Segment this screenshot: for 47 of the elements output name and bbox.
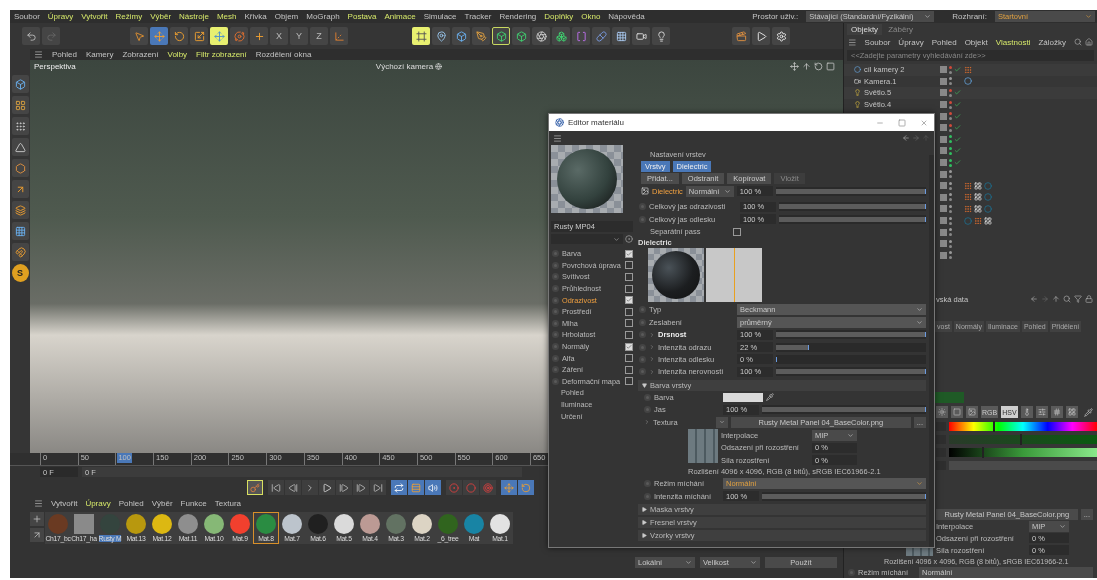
menu-item[interactable]: Funkce (180, 499, 207, 508)
tool-button[interactable]: S (11, 264, 29, 282)
menu-item[interactable]: Objem (274, 12, 299, 21)
menu-item[interactable]: Filtr zobrazení (196, 50, 247, 59)
menu-item[interactable]: Výběr (151, 499, 173, 508)
menu-item[interactable]: Vytvořit (51, 499, 78, 508)
camera-label: Výchozí kamera (375, 61, 434, 72)
menu-item[interactable]: Křivka (244, 12, 267, 21)
menu-item[interactable]: Záložky (1038, 37, 1066, 47)
menu-item[interactable]: Nápověda (608, 12, 645, 21)
menu-item[interactable]: Kamery (85, 50, 114, 59)
menu-item[interactable]: Úpravy (898, 37, 924, 47)
menu-item[interactable]: Pohled (118, 499, 144, 508)
menu-item[interactable]: Rozdělení okna (255, 50, 312, 59)
menu-item[interactable]: Režimy (115, 12, 143, 21)
menu-item[interactable]: Úpravy (47, 12, 74, 21)
tool-button[interactable]: Y (290, 27, 308, 45)
panel-tab[interactable]: Objekty (847, 24, 883, 35)
menu-item[interactable]: Objekt (964, 37, 988, 47)
interface-label: Rozhraní: (952, 11, 987, 22)
menu-item[interactable]: Pohled (931, 37, 957, 47)
menu-item[interactable]: MoGraph (306, 12, 340, 21)
tool-button[interactable]: Z (310, 27, 328, 45)
menu-item[interactable]: Mesh (216, 12, 237, 21)
menu-item[interactable]: Animace (384, 12, 416, 21)
menu-item[interactable]: Postava (347, 12, 377, 21)
menu-item[interactable]: Soubor (14, 12, 40, 21)
menu-item[interactable]: Tracker (464, 12, 492, 21)
menu-item[interactable]: Okno (581, 12, 601, 21)
menu-item[interactable]: Výběr (150, 12, 172, 21)
tool-button[interactable]: X (270, 27, 288, 45)
view-name: Perspektiva (34, 61, 76, 72)
menu-item[interactable]: Volby (167, 50, 188, 59)
menu-item[interactable]: Vytvořit (81, 12, 108, 21)
menu-item[interactable]: Soubor (864, 37, 891, 47)
menu-item[interactable]: Pohled (52, 50, 77, 59)
menu-item[interactable]: Doplňky (544, 12, 574, 21)
menu-item[interactable]: Rendering (499, 12, 537, 21)
menu-item[interactable]: Nástroje (179, 12, 209, 21)
panel-tab[interactable]: Záběry (884, 24, 918, 35)
layout-label: Prostor uživ.: (752, 11, 799, 22)
menu-item[interactable]: Simulace (423, 12, 457, 21)
window-title: Editor materiálu (568, 117, 625, 128)
menu-item[interactable]: Textura (214, 499, 241, 508)
menu-item[interactable]: Vlastnosti (995, 37, 1031, 47)
menu-item[interactable]: Úpravy (85, 499, 111, 508)
menu-item[interactable]: Zobrazení (122, 50, 159, 59)
